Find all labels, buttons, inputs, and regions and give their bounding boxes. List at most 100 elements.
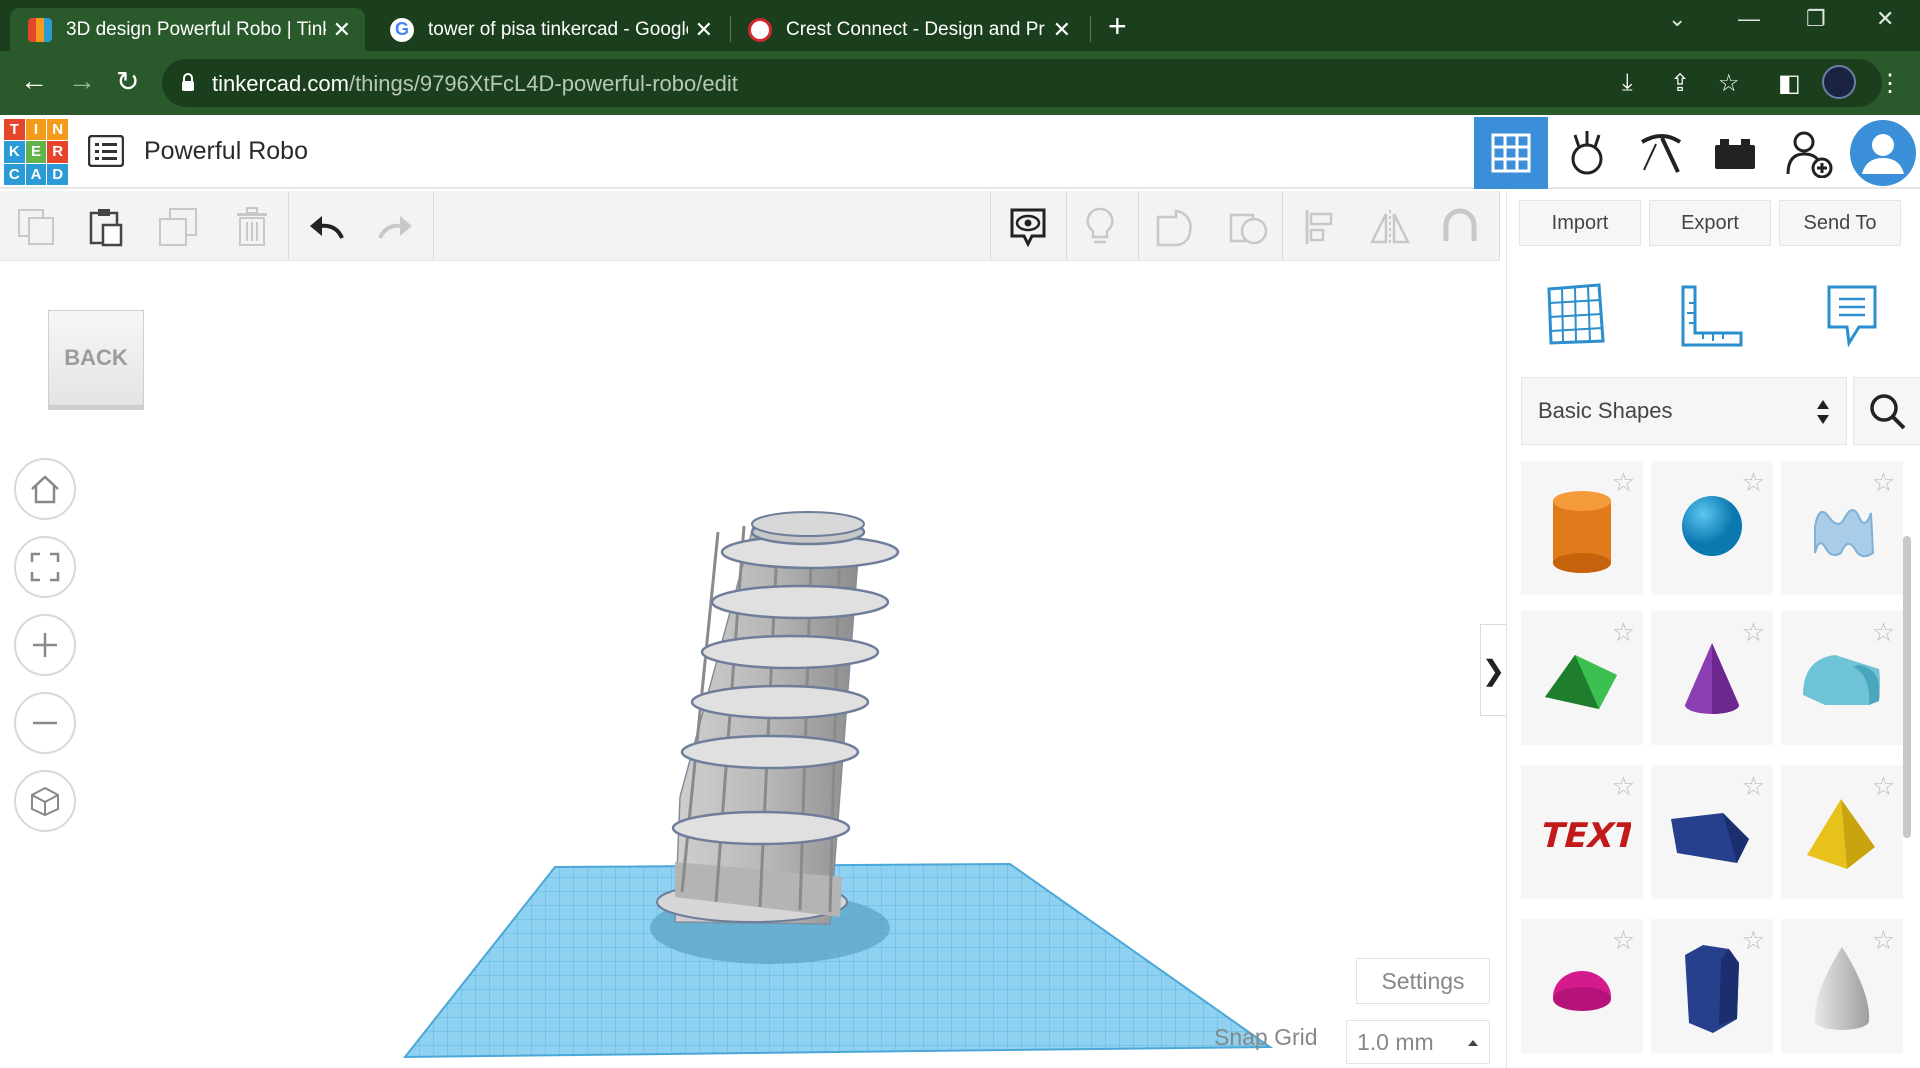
shape-scribble[interactable]: ☆ [1781,461,1903,595]
tab-google-search[interactable]: G tower of pisa tinkercad - Google ✕ [372,8,727,51]
design-list-icon[interactable] [88,135,124,167]
close-window-icon[interactable]: ✕ [1876,6,1894,32]
align-button[interactable] [1298,205,1342,249]
close-tab-icon[interactable]: ✕ [1053,17,1071,43]
polygon-shape-icon [1685,945,1739,1033]
undo-button[interactable] [304,205,348,249]
tab-tinkercad[interactable]: 3D design Powerful Robo | Tinke ✕ [10,8,365,51]
url-text[interactable]: tinkercad.com/things/9796XtFcL4D-powerfu… [212,71,738,97]
cruise-button[interactable] [1438,205,1482,249]
toolbar-divider [288,191,289,261]
lego-bricks-button[interactable] [1698,117,1772,189]
paraboloid-shape-icon [1814,947,1870,1030]
send-to-button[interactable]: Send To [1779,200,1901,246]
snap-grid-select[interactable]: 1.0 mm [1346,1020,1490,1064]
workplane-scene[interactable] [0,262,1506,1068]
blocks-button[interactable] [1624,117,1698,189]
user-profile-button[interactable] [1846,117,1920,189]
note-icon [1827,285,1877,348]
chevron-right-icon: ❯ [1481,654,1506,686]
logo-letter: A [25,163,47,185]
settings-button[interactable]: Settings [1356,958,1490,1004]
favorite-star-icon[interactable]: ☆ [1872,467,1895,498]
workplane-viewport[interactable]: BACK ❯ Settings Snap Grid 1.0 mm [0,262,1506,1068]
ungroup-button[interactable] [1226,205,1270,249]
shape-paraboloid[interactable]: ☆ [1781,919,1903,1053]
export-button[interactable]: Export [1649,200,1771,246]
codeblocks-button[interactable] [1550,117,1624,189]
notes-panel-button[interactable] [1825,283,1879,354]
hand-sim-icon [1571,131,1603,175]
duplicate-icon [159,208,197,246]
project-title[interactable]: Powerful Robo [144,137,308,166]
favorite-star-icon[interactable]: ☆ [1742,771,1765,802]
cone-shape-icon [1685,643,1739,714]
caret-up-icon [1468,1040,1478,1046]
delete-button[interactable] [230,205,274,249]
shape-box[interactable]: ☆ [1651,765,1773,899]
shape-cone[interactable]: ☆ [1651,611,1773,745]
3d-design-view-button[interactable] [1474,117,1548,189]
new-tab-button[interactable]: + [1108,8,1127,45]
sidebar-scrollbar[interactable] [1903,536,1911,838]
install-app-icon[interactable]: ⤓ [1622,69,1633,97]
tinkercad-logo[interactable]: T I N K E R C A D [4,119,68,185]
favorite-star-icon[interactable]: ☆ [1872,617,1895,648]
toolbar-divider [1282,191,1283,261]
favorite-star-icon[interactable]: ☆ [1742,467,1765,498]
shape-roof[interactable]: ☆ [1521,611,1643,745]
side-panel-icon[interactable]: ◧ [1778,69,1801,98]
restore-icon[interactable]: ❐ [1806,6,1826,32]
minimize-icon[interactable]: — [1738,6,1760,32]
tab-search-icon[interactable]: ⌄ [1668,6,1686,32]
shape-category-select[interactable]: Basic Shapes [1521,377,1847,445]
favorite-star-icon[interactable]: ☆ [1612,925,1635,956]
shape-sphere[interactable]: ☆ [1651,461,1773,595]
redo-button[interactable] [374,205,418,249]
logo-letter: C [4,163,25,185]
shape-search-button[interactable] [1853,377,1920,445]
shape-half-sphere[interactable]: ☆ [1521,919,1643,1053]
group-button[interactable] [1152,205,1196,249]
shape-round-roof[interactable]: ☆ [1781,611,1903,745]
favorite-star-icon[interactable]: ☆ [1742,925,1765,956]
notes-button[interactable] [1006,205,1050,249]
favorite-star-icon[interactable]: ☆ [1612,771,1635,802]
more-menu-icon[interactable]: ⋮ [1878,69,1902,98]
tab-title: Crest Connect - Design and Prin [786,18,1046,40]
toolbar-divider [433,191,434,261]
paste-button[interactable] [84,205,128,249]
roof-shape-icon [1545,655,1617,709]
copy-button[interactable] [14,205,58,249]
favorite-star-icon[interactable]: ☆ [1612,617,1635,648]
shape-cylinder[interactable]: ☆ [1521,461,1643,595]
mirror-button[interactable] [1368,205,1412,249]
reload-icon[interactable]: ↻ [116,65,139,98]
grid-icon [1491,133,1531,173]
toolbar-divider [1499,191,1500,261]
profile-avatar[interactable] [1822,65,1856,99]
leaning-tower-model[interactable] [656,511,900,925]
invite-user-button[interactable] [1772,117,1846,189]
show-all-button[interactable] [1078,205,1122,249]
ruler-button[interactable] [1679,283,1745,354]
shape-text[interactable]: ☆ TEXT [1521,765,1643,899]
tab-title: tower of pisa tinkercad - Google [428,18,688,40]
close-tab-icon[interactable]: ✕ [695,17,713,43]
logo-letter: N [47,119,68,141]
tab-crest-connect[interactable]: Crest Connect - Design and Prin ✕ [730,8,1085,51]
favorite-star-icon[interactable]: ☆ [1872,925,1895,956]
shape-pyramid[interactable]: ☆ [1781,765,1903,899]
trash-icon [237,207,267,246]
duplicate-button[interactable] [156,205,200,249]
workplane-button[interactable] [1545,281,1607,352]
shape-polygon[interactable]: ☆ [1651,919,1773,1053]
share-icon[interactable]: ⇪ [1670,69,1690,98]
close-tab-icon[interactable]: ✕ [333,17,351,43]
favorite-star-icon[interactable]: ☆ [1742,617,1765,648]
collapse-sidebar-button[interactable]: ❯ [1480,624,1506,716]
bookmark-star-icon[interactable]: ☆ [1718,69,1740,98]
back-arrow-icon[interactable]: ← [20,65,48,97]
import-button[interactable]: Import [1519,200,1641,246]
forward-arrow-icon[interactable]: → [68,65,96,97]
